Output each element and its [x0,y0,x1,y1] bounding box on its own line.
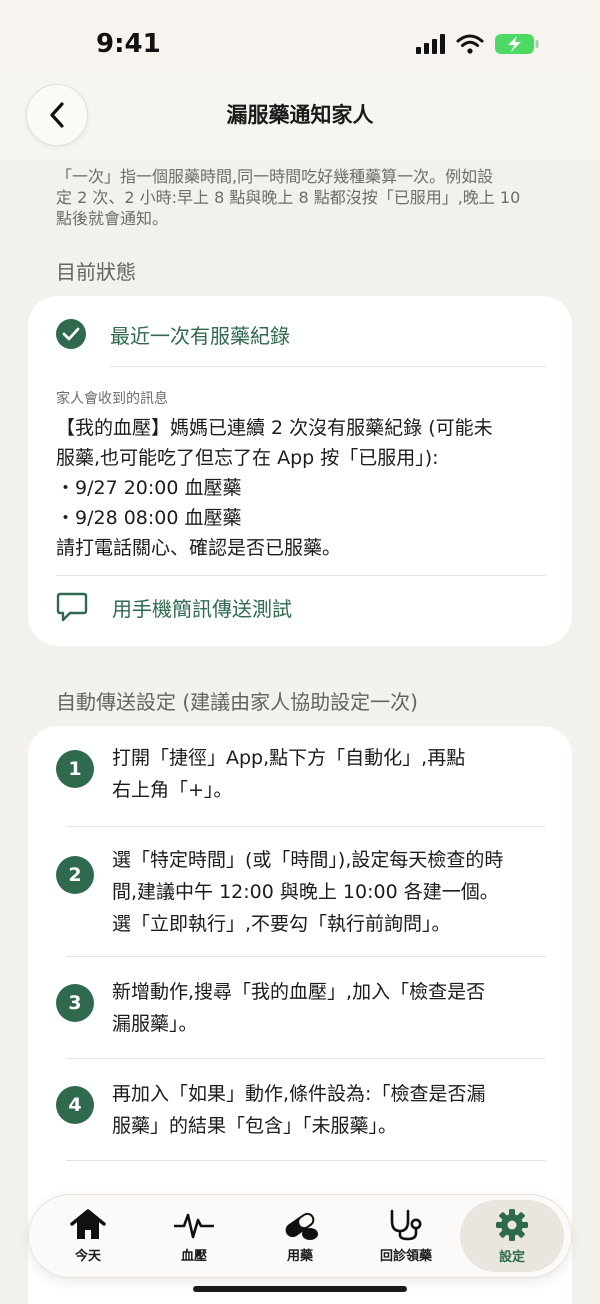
step-text: 間,建議中午 12:00 與晚上 10:00 各建一個。 [112,881,499,903]
step-text: 服藥」的結果「包含」「未服藥」。 [112,1115,398,1137]
tab-label: 回診領藥 [379,1248,432,1264]
divider [66,1160,546,1161]
stethoscope-icon [390,1209,422,1240]
check-circle-icon [56,319,86,349]
tab-settings[interactable]: 設定 [460,1200,564,1272]
tab-label: 血壓 [180,1248,207,1264]
message-line: 【我的血壓】媽媽已連續 2 次沒有服藥紀錄 (可能未 [56,417,493,439]
step-item: 4 再加入「如果」動作,條件設為:「檢查是否漏 服藥」的結果「包含」「未服藥」。 [56,1078,544,1142]
step-text: 選「立即執行」,不要勾「執行前詢問」。 [112,913,451,935]
step-text: 右上角「+」。 [112,779,233,801]
step-text: 選「特定時間」(或「時間」),設定每天檢查的時 [112,849,504,871]
divider [66,956,546,957]
divider [66,1058,546,1059]
signal-icon [416,34,445,54]
step-number: 2 [56,856,94,894]
step-text: 打開「捷徑」App,點下方「自動化」,再點 [112,747,466,769]
back-button[interactable] [26,84,88,146]
divider [110,366,546,367]
status-icons [416,33,540,55]
sms-test-button[interactable]: 用手機簡訊傳送測試 [56,592,292,622]
description-line: 點後就會通知。 [56,209,169,228]
tab-bar: 今天 血壓 用藥 回診領藥 設定 [28,1194,572,1278]
step-number: 3 [56,984,94,1022]
description-line: 定 2 次、2 小時:早上 8 點與晚上 8 點都沒按「已服用」,晚上 10 [56,188,521,207]
step-item: 3 新增動作,搜尋「我的血壓」,加入「檢查是否 漏服藥」。 [56,976,544,1040]
divider [66,826,546,827]
description-text: 「一次」指一個服藥時間,同一時間吃好幾種藥算一次。例如設 定 2 次、2 小時:… [56,166,554,229]
tab-visit-refill[interactable]: 回診領藥 [354,1200,458,1272]
message-line: ・9/27 20:00 血壓藥 [56,477,242,499]
status-text: 最近一次有服藥紀錄 [110,323,290,348]
tab-label: 用藥 [286,1248,313,1264]
message-label: 家人會收到的訊息 [56,391,168,407]
step-number: 4 [56,1086,94,1124]
pill-icon [285,1212,318,1240]
message-line: ・9/28 08:00 血壓藥 [56,507,242,529]
tab-label: 設定 [498,1249,525,1265]
status-bar: 9:41 [0,0,600,88]
step-item: 1 打開「捷徑」App,點下方「自動化」,再點 右上角「+」。 [56,742,544,806]
home-indicator [193,1286,407,1292]
divider [56,575,546,576]
step-number: 1 [56,750,94,788]
battery-charging-icon [495,34,539,54]
tab-today[interactable]: 今天 [36,1200,140,1272]
tab-blood-pressure[interactable]: 血壓 [142,1200,246,1272]
description-line: 「一次」指一個服藥時間,同一時間吃好幾種藥算一次。例如設 [56,167,494,186]
step-text: 新增動作,搜尋「我的血壓」,加入「檢查是否 [112,981,486,1003]
status-card: 最近一次有服藥紀錄 家人會收到的訊息 【我的血壓】媽媽已連續 2 次沒有服藥紀錄… [28,296,572,646]
step-text: 再加入「如果」動作,條件設為:「檢查是否漏 [112,1083,486,1105]
tab-label: 今天 [74,1248,101,1264]
chevron-left-icon [50,102,64,128]
message-line: 請打電話關心、確認是否已服藥。 [56,537,342,559]
sms-test-label: 用手機簡訊傳送測試 [112,596,292,621]
wifi-icon [456,34,484,54]
step-item: 2 選「特定時間」(或「時間」),設定每天檢查的時 間,建議中午 12:00 與… [56,844,544,940]
status-section-title: 目前狀態 [56,260,136,284]
status-time: 9:41 [96,29,161,59]
step-text: 漏服藥」。 [112,1013,198,1035]
message-bubble-icon [56,592,88,622]
gear-icon [496,1208,528,1241]
page-title: 漏服藥通知家人 [226,103,374,127]
status-row: 最近一次有服藥紀錄 [56,316,544,352]
message-line: 服藥,也可能吃了但忘了在 App 按「已服用」): [56,447,439,469]
pulse-icon [174,1213,214,1238]
tab-medication[interactable]: 用藥 [248,1200,352,1272]
auto-section-title: 自動傳送設定 (建議由家人協助設定一次) [56,690,418,714]
house-icon [70,1208,106,1239]
